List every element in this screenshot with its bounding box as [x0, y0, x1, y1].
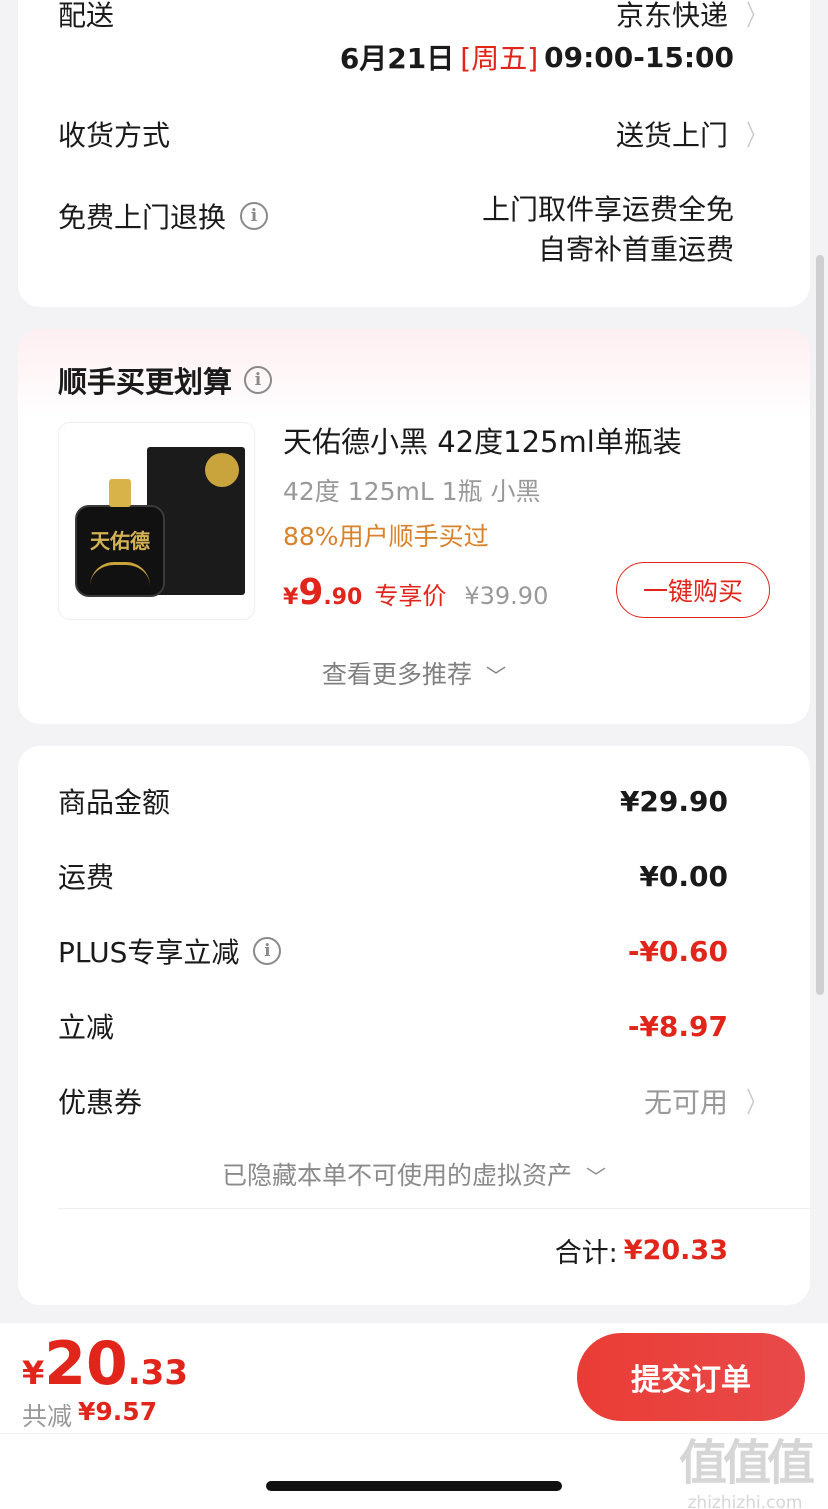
shipping-label: 运费	[58, 861, 115, 894]
total-label: 合计:	[554, 1238, 618, 1269]
more-recommend-label: 查看更多推荐	[322, 660, 473, 689]
product-name[interactable]: 天佑德小黑 42度125ml单瓶装	[283, 419, 682, 461]
total-row: 合计: ¥20.33	[555, 1231, 728, 1270]
delivery-weekday: [周五]	[460, 42, 539, 75]
watermark-url: zhizhizhi.com	[687, 1493, 803, 1509]
footer-total-int: 20	[44, 1329, 128, 1399]
chevron-right-icon: 〉	[746, 0, 766, 32]
info-icon[interactable]: i	[240, 202, 269, 230]
plus-discount-row: PLUS专享立减 i -¥0.60	[58, 932, 770, 970]
bottom-bar: ¥ 20 .33 共减 ¥9.57 提交订单 值值值 zhizhizhi.com	[0, 1323, 828, 1509]
bottle-label: 天佑德	[90, 529, 150, 553]
coupon-row[interactable]: 优惠券 无可用 〉	[58, 1082, 770, 1120]
coupon-value: 无可用	[643, 1086, 728, 1119]
addon-card: 顺手买更划算 i 天佑德 天佑德小黑 42度125ml单瓶装 42度 125mL…	[18, 329, 810, 724]
saved-label: 共减	[22, 1402, 73, 1431]
delivery-label: 配送	[58, 0, 115, 32]
footer-saved: 共减 ¥9.57	[22, 1397, 157, 1433]
hidden-assets-toggle[interactable]: 已隐藏本单不可使用的虚拟资产 ﹀	[18, 1156, 810, 1192]
plus-discount-label: PLUS专享立减	[58, 936, 240, 969]
delivery-time: 09:00-15:00	[544, 40, 734, 74]
coupon-label: 优惠券	[58, 1086, 143, 1119]
delivery-row[interactable]: 配送 京东快递 〉	[58, 0, 770, 32]
price-currency: ¥	[283, 585, 299, 610]
free-return-line2: 自寄补首重运费	[537, 233, 734, 266]
delivery-date: 6月21日	[339, 42, 455, 75]
delivery-card: 配送 京东快递 〉 6月21日 [周五] 09:00-15:00 收货方式 送货…	[18, 0, 810, 307]
delivery-carrier: 京东快递	[615, 0, 728, 32]
home-indicator	[266, 1481, 562, 1491]
receive-method-row[interactable]: 收货方式 送货上门 〉	[58, 114, 770, 154]
free-return-row: 免费上门退换 i 上门取件享运费全免 自寄补首重运费	[58, 190, 770, 270]
price-int: 9	[298, 572, 324, 613]
bought-note: 88%用户顺手买过	[283, 522, 489, 551]
chevron-right-icon: 〉	[746, 119, 766, 152]
goods-amount-label: 商品金额	[58, 786, 171, 819]
chevron-down-icon: ﹀	[585, 1165, 606, 1189]
shipping-value: ¥0.00	[639, 859, 728, 893]
plus-discount-value: -¥0.60	[627, 934, 728, 968]
bottle-ornament	[90, 562, 150, 586]
box-emblem	[205, 453, 239, 487]
goods-amount-value: ¥29.90	[619, 784, 728, 818]
addon-price: ¥ 9 .90 专享价 ¥39.90	[283, 572, 548, 613]
addon-title: 顺手买更划算	[58, 365, 233, 399]
watermark: 值值值 zhizhizhi.com	[670, 1423, 820, 1509]
summary-card: 商品金额 ¥29.90 运费 ¥0.00 PLUS专享立减 i -¥0.60 立…	[18, 746, 810, 1305]
divider	[58, 1208, 810, 1209]
hidden-assets-label: 已隐藏本单不可使用的虚拟资产	[222, 1161, 573, 1190]
product-spec: 42度 125mL 1瓶 小黑	[283, 477, 541, 506]
free-return-label: 免费上门退换	[58, 201, 227, 234]
more-recommend-link[interactable]: 查看更多推荐 ﹀	[18, 655, 810, 691]
receive-method-label: 收货方式	[58, 119, 171, 152]
total-value: ¥20.33	[623, 1235, 728, 1266]
price-tag: 专享价	[374, 582, 447, 610]
price-dec: .90	[323, 585, 363, 610]
receive-method-value: 送货上门	[615, 119, 728, 152]
delivery-time-row: 6月21日 [周五] 09:00-15:00	[58, 38, 770, 76]
submit-order-button[interactable]: 提交订单	[577, 1333, 805, 1421]
instant-discount-label: 立减	[58, 1011, 115, 1044]
original-price: ¥39.90	[464, 582, 549, 610]
chevron-down-icon: ﹀	[485, 664, 506, 688]
free-return-line1: 上门取件享运费全免	[481, 193, 734, 226]
one-click-buy-button[interactable]: 一键购买	[616, 562, 770, 618]
instant-discount-value: -¥8.97	[627, 1009, 728, 1043]
shipping-row: 运费 ¥0.00	[58, 857, 770, 895]
footer-total-dec: .33	[127, 1353, 188, 1393]
footer-currency: ¥	[22, 1354, 45, 1392]
product-image[interactable]: 天佑德	[58, 422, 255, 620]
info-icon[interactable]: i	[244, 366, 273, 394]
instant-discount-row: 立减 -¥8.97	[58, 1007, 770, 1045]
scrollbar[interactable]	[816, 255, 824, 995]
chevron-right-icon: 〉	[746, 1086, 766, 1119]
footer-total: ¥ 20 .33	[22, 1329, 188, 1399]
bottle-cap	[109, 479, 131, 507]
bottle: 天佑德	[75, 505, 165, 597]
goods-amount-row: 商品金额 ¥29.90	[58, 782, 770, 820]
info-icon[interactable]: i	[253, 937, 282, 965]
watermark-logo: 值值值	[678, 1435, 815, 1491]
saved-value: ¥9.57	[78, 1397, 158, 1426]
